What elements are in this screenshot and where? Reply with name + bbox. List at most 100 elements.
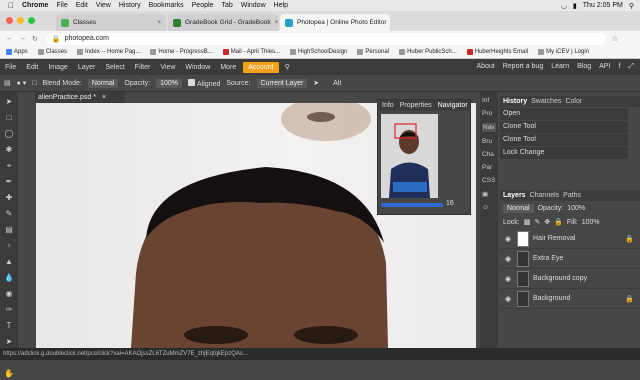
search-icon[interactable]: ⚲ xyxy=(629,2,634,10)
bookmark-highschooldesign[interactable]: HighSchoolDesign xyxy=(290,49,347,55)
tab-history[interactable]: History xyxy=(503,98,527,105)
menu-edit[interactable]: Edit xyxy=(21,64,43,71)
bookmark-icev[interactable]: My iCEV | Login xyxy=(538,49,589,55)
facebook-icon[interactable]: f xyxy=(618,63,620,71)
battery-icon[interactable]: ▮ xyxy=(573,2,577,10)
bookmark-index[interactable]: Index -- Home Pag... xyxy=(77,49,140,55)
close-tab-icon[interactable]: × xyxy=(275,19,278,26)
panel-paragraph[interactable]: Par xyxy=(482,164,492,171)
crop-tool-icon[interactable]: ⌖ xyxy=(2,160,16,172)
tab-layers[interactable]: Layers xyxy=(503,192,526,199)
menu-learn[interactable]: Learn xyxy=(551,63,569,71)
tab-paths[interactable]: Paths xyxy=(563,192,581,199)
mac-menu-history[interactable]: History xyxy=(119,2,141,9)
bookmark-mail[interactable]: Mail - April Thies... xyxy=(222,49,280,55)
layer-row-background-copy[interactable]: ◉ Background copy xyxy=(500,269,640,289)
tab-info[interactable]: Info xyxy=(381,102,395,109)
pen-tool-icon[interactable]: ✑ xyxy=(2,304,16,316)
eye-icon[interactable]: ◉ xyxy=(503,275,513,283)
tab-swatches[interactable]: Swatches xyxy=(531,98,561,105)
layer-row-background[interactable]: ◉ Background 🔒 xyxy=(500,289,640,309)
maximize-window-button[interactable] xyxy=(28,17,35,24)
close-document-icon[interactable]: × xyxy=(102,94,106,101)
bookmark-star-icon[interactable]: ☆ xyxy=(612,35,618,43)
zoom-slider[interactable] xyxy=(381,203,443,207)
menu-blog[interactable]: Blog xyxy=(577,63,591,71)
menu-more[interactable]: More xyxy=(215,64,241,71)
history-item[interactable]: Open xyxy=(500,108,628,120)
forward-icon[interactable]: → xyxy=(19,35,26,43)
address-bar[interactable]: 🔒 photopea.com xyxy=(45,32,606,45)
lasso-tool-icon[interactable]: ◯ xyxy=(2,128,16,140)
history-item[interactable]: Clone Tool xyxy=(500,121,628,133)
layer-blend-select[interactable]: Normal xyxy=(503,203,534,213)
path-select-tool-icon[interactable]: ➤ xyxy=(2,336,16,348)
mac-menu-help[interactable]: Help xyxy=(274,2,288,9)
menu-filter[interactable]: Filter xyxy=(130,64,156,71)
menu-image[interactable]: Image xyxy=(43,64,72,71)
menu-layer[interactable]: Layer xyxy=(73,64,101,71)
bookmark-progressbook[interactable]: Home - ProgressB... xyxy=(150,49,213,55)
bookmark-huber-public[interactable]: Huber PublicSch... xyxy=(399,49,457,55)
eye-icon[interactable]: ◉ xyxy=(503,255,513,263)
healing-tool-icon[interactable]: ✚ xyxy=(2,192,16,204)
bookmark-apps[interactable]: Apps xyxy=(6,49,28,55)
image-icon[interactable]: ▣ xyxy=(482,190,488,198)
alt-button[interactable]: Alt xyxy=(333,80,341,87)
mac-menu-bookmarks[interactable]: Bookmarks xyxy=(149,2,184,9)
smiley-icon[interactable]: ☺ xyxy=(482,204,489,211)
brush-preset-picker[interactable]: ● ▾ xyxy=(17,79,27,87)
history-item[interactable]: Lock Change xyxy=(500,147,628,159)
lock-pixels-icon[interactable]: ✎ xyxy=(534,218,540,226)
quick-select-tool-icon[interactable]: ✱ xyxy=(2,144,16,156)
eyedropper-tool-icon[interactable]: ✒ xyxy=(2,176,16,188)
menu-view[interactable]: View xyxy=(155,64,180,71)
brush-settings-icon[interactable]: □ xyxy=(32,80,36,87)
account-button[interactable]: Account xyxy=(243,61,279,73)
lock-position-icon[interactable]: ✥ xyxy=(544,218,550,226)
blend-mode-select[interactable]: Normal xyxy=(87,78,119,88)
lock-all-icon[interactable]: 🔒 xyxy=(554,218,563,226)
mac-menu-window[interactable]: Window xyxy=(241,2,266,9)
navigator-thumbnail[interactable] xyxy=(381,114,438,198)
panel-css[interactable]: CSS xyxy=(482,177,495,184)
apple-icon[interactable]:  xyxy=(8,1,14,10)
lock-transparency-icon[interactable]: ▩ xyxy=(524,218,531,226)
layer-row-extra-eye[interactable]: ◉ Extra Eye xyxy=(500,249,640,269)
brush-tool-icon[interactable]: ✎ xyxy=(2,208,16,220)
reload-icon[interactable]: ↻ xyxy=(32,35,38,43)
panel-navigator[interactable]: Nav xyxy=(482,123,496,132)
tab-color[interactable]: Color xyxy=(565,98,582,105)
source-select[interactable]: Current Layer xyxy=(256,78,308,88)
browser-tab-gradebook[interactable]: GradeBook Grid - GradeBook × xyxy=(168,14,278,31)
menu-api[interactable]: API xyxy=(599,63,610,71)
panel-info[interactable]: Inf xyxy=(482,97,489,104)
menu-report-bug[interactable]: Report a bug xyxy=(503,63,543,71)
panel-character[interactable]: Cha xyxy=(482,151,494,158)
tab-channels[interactable]: Channels xyxy=(530,192,560,199)
layer-row-hair-removal[interactable]: ◉ Hair Removal 🔒 xyxy=(500,229,640,249)
bookmark-huber-email[interactable]: HuberHeights Email xyxy=(466,49,528,55)
blur-tool-icon[interactable]: 💧 xyxy=(2,272,16,284)
mac-menu-edit[interactable]: Edit xyxy=(76,2,88,9)
dodge-tool-icon[interactable]: ◉ xyxy=(2,288,16,300)
mac-menu-file[interactable]: File xyxy=(56,2,67,9)
tab-navigator[interactable]: Navigator xyxy=(437,102,469,109)
hand-tool-icon[interactable]: ✋ xyxy=(2,368,16,380)
menu-window[interactable]: Window xyxy=(180,64,215,71)
bookmark-personal[interactable]: Personal xyxy=(357,49,389,55)
clone-stamp-tool-icon[interactable]: ▤ xyxy=(2,224,16,236)
bookmark-classes[interactable]: Classes xyxy=(37,49,67,55)
menu-select[interactable]: Select xyxy=(100,64,129,71)
close-window-button[interactable] xyxy=(6,17,13,24)
menu-about[interactable]: About xyxy=(476,63,494,71)
move-tool-icon[interactable]: ➤ xyxy=(2,96,16,108)
tab-properties[interactable]: Properties xyxy=(399,102,433,109)
history-item[interactable]: Clone Tool xyxy=(500,134,628,146)
panel-brush[interactable]: Bru xyxy=(482,138,492,145)
close-tab-icon[interactable]: × xyxy=(157,19,161,26)
eye-icon[interactable]: ◉ xyxy=(503,235,513,243)
app-name[interactable]: Chrome xyxy=(22,2,48,9)
aligned-checkbox[interactable]: Aligned xyxy=(188,78,220,88)
clone-stamp-tool-icon[interactable]: ▤ xyxy=(4,79,11,87)
